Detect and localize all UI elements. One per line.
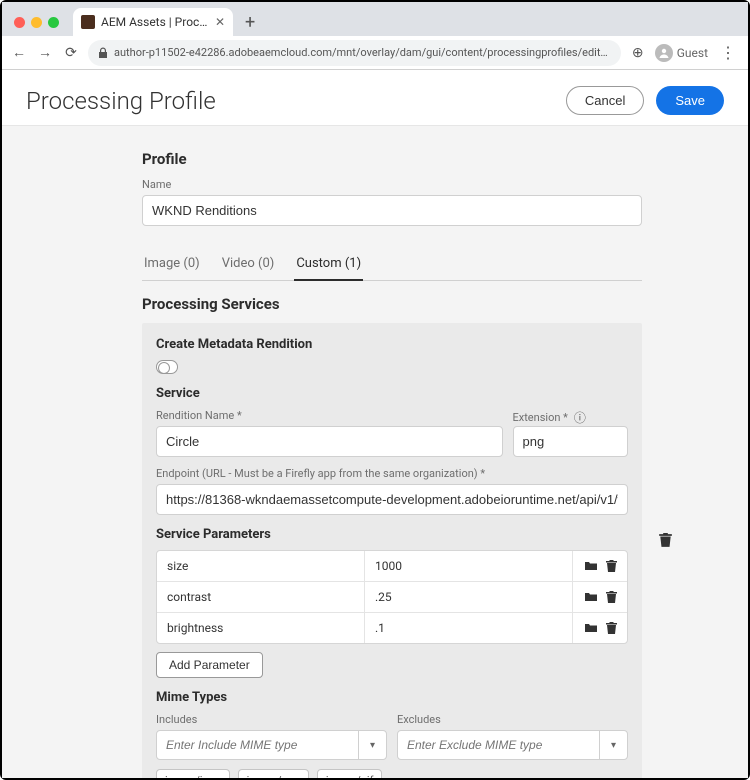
create-meta-toggle[interactable] (156, 360, 178, 374)
param-row: contrast .25 (157, 582, 627, 613)
lock-icon (98, 47, 108, 59)
name-label: Name (142, 178, 642, 191)
folder-icon[interactable] (584, 591, 598, 604)
param-row: size 1000 (157, 551, 627, 582)
browser-chrome: AEM Assets | Processing Profil ✕ + ← → ⟳… (2, 2, 748, 70)
profile-name-input[interactable] (142, 195, 642, 226)
add-parameter-button[interactable]: Add Parameter (156, 652, 263, 678)
info-icon[interactable]: ⓘ (574, 409, 586, 426)
tab-strip: AEM Assets | Processing Profil ✕ + (2, 2, 748, 36)
param-value[interactable]: .25 (365, 582, 573, 612)
maximize-window-button[interactable] (48, 17, 59, 28)
reload-button[interactable]: ⟳ (62, 45, 80, 61)
new-tab-button[interactable]: + (239, 12, 261, 33)
tab-image[interactable]: Image (0) (142, 248, 202, 280)
create-meta-heading: Create Metadata Rendition (156, 337, 628, 352)
endpoint-label: Endpoint (URL - Must be a Firefly app fr… (156, 467, 628, 480)
minimize-window-button[interactable] (31, 17, 42, 28)
rendition-name-row: Rendition Name * Extension * ⓘ (156, 409, 628, 457)
chevron-down-icon[interactable]: ▾ (358, 731, 386, 759)
folder-icon[interactable] (584, 622, 598, 635)
service-heading: Service (156, 386, 628, 401)
header-actions: Cancel Save (566, 86, 724, 115)
service-panel: Create Metadata Rendition Service Rendit… (142, 323, 642, 778)
chevron-down-icon[interactable]: ▾ (599, 731, 627, 759)
extension-input[interactable] (513, 426, 629, 457)
app-page: Processing Profile Cancel Save Profile N… (2, 70, 748, 778)
excludes-input[interactable] (398, 731, 599, 759)
param-row: brightness .1 (157, 613, 627, 643)
page-header: Processing Profile Cancel Save (2, 70, 748, 126)
excludes-label: Excludes (397, 713, 628, 726)
mime-tag[interactable]: image/jpeg (156, 769, 230, 778)
avatar-icon (655, 44, 673, 62)
mime-row: Includes ▾ Excludes ▾ (156, 713, 628, 760)
param-key[interactable]: size (157, 551, 365, 581)
include-tags: image/jpeg image/png image/gif image/bmp… (156, 766, 628, 778)
params-table: size 1000 contrast .25 (156, 550, 628, 644)
url-text: author-p11502-e42286.adobeaemcloud.com/m… (114, 46, 611, 59)
trash-icon[interactable] (606, 622, 617, 635)
profile-heading: Profile (142, 150, 642, 168)
window-controls (14, 17, 59, 28)
cancel-button[interactable]: Cancel (566, 86, 644, 115)
close-window-button[interactable] (14, 17, 25, 28)
extension-label: Extension * (513, 411, 568, 424)
rendition-name-label: Rendition Name * (156, 409, 503, 422)
tab-custom[interactable]: Custom (1) (294, 248, 363, 281)
close-tab-icon[interactable]: ✕ (215, 15, 225, 29)
guest-label: Guest (677, 46, 708, 60)
param-value[interactable]: 1000 (365, 551, 573, 581)
includes-label: Includes (156, 713, 387, 726)
folder-icon[interactable] (584, 560, 598, 573)
trash-icon[interactable] (606, 560, 617, 573)
back-button[interactable]: ← (10, 44, 28, 61)
includes-combo[interactable]: ▾ (156, 730, 387, 760)
content: Profile Name Image (0) Video (0) Custom … (2, 126, 748, 778)
address-bar: ← → ⟳ author-p11502-e42286.adobeaemcloud… (2, 36, 748, 70)
rendition-tabs: Image (0) Video (0) Custom (1) (142, 248, 642, 281)
profile-chip[interactable]: Guest (655, 44, 708, 62)
params-heading: Service Parameters (156, 527, 628, 542)
tab-video[interactable]: Video (0) (220, 248, 277, 280)
browser-tab[interactable]: AEM Assets | Processing Profil ✕ (73, 8, 233, 36)
url-field[interactable]: author-p11502-e42286.adobeaemcloud.com/m… (88, 40, 621, 66)
zoom-icon[interactable]: ⊕ (629, 45, 647, 61)
param-value[interactable]: .1 (365, 613, 573, 643)
param-key[interactable]: brightness (157, 613, 365, 643)
param-key[interactable]: contrast (157, 582, 365, 612)
profile-section: Profile Name Image (0) Video (0) Custom … (142, 150, 642, 778)
browser-menu-icon[interactable]: ⋮ (716, 43, 740, 62)
page-title: Processing Profile (26, 87, 216, 115)
mime-tag[interactable]: image/gif (317, 769, 383, 778)
mime-heading: Mime Types (156, 690, 628, 705)
rendition-name-input[interactable] (156, 426, 503, 457)
tab-title: AEM Assets | Processing Profil (101, 15, 209, 29)
favicon (81, 15, 95, 29)
trash-icon[interactable] (606, 591, 617, 604)
mime-tag[interactable]: image/png (238, 769, 309, 778)
endpoint-input[interactable] (156, 484, 628, 515)
includes-input[interactable] (157, 731, 358, 759)
processing-services-heading: Processing Services (142, 295, 642, 313)
forward-button[interactable]: → (36, 44, 54, 61)
delete-service-icon[interactable] (659, 533, 672, 548)
save-button[interactable]: Save (656, 86, 724, 115)
excludes-combo[interactable]: ▾ (397, 730, 628, 760)
